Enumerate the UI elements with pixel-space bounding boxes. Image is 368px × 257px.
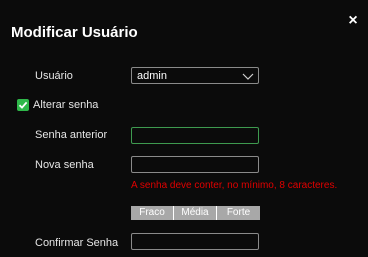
strength-medium: Média — [174, 206, 216, 220]
strength-weak: Fraco — [131, 206, 173, 220]
modify-user-dialog: Modificar Usuário × Usuário admin Altera… — [0, 0, 368, 257]
close-icon[interactable]: × — [346, 13, 360, 29]
strength-strong: Forte — [217, 206, 260, 220]
chevron-down-icon — [242, 69, 254, 81]
old-password-input[interactable] — [131, 127, 259, 144]
change-password-label: Alterar senha — [33, 99, 99, 111]
confirm-password-input[interactable] — [131, 233, 259, 250]
user-label: Usuário — [35, 70, 73, 82]
checkmark-icon — [18, 101, 28, 109]
dialog-title: Modificar Usuário — [11, 24, 138, 41]
user-select-value: admin — [137, 70, 167, 82]
password-strength-bar: Fraco Média Forte — [131, 206, 260, 220]
new-password-input[interactable] — [131, 156, 259, 173]
change-password-checkbox[interactable] — [17, 99, 29, 111]
old-password-label: Senha anterior — [35, 129, 108, 141]
new-password-label: Nova senha — [35, 159, 94, 171]
password-error-message: A senha deve conter, no mínimo, 8 caract… — [131, 180, 338, 191]
user-select[interactable]: admin — [131, 67, 259, 84]
confirm-password-label: Confirmar Senha — [35, 237, 119, 249]
